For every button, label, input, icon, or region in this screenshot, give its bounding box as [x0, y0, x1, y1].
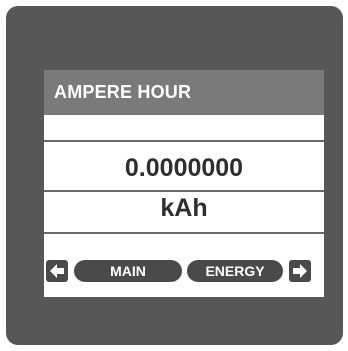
screen-title: AMPERE HOUR: [54, 82, 192, 102]
lcd-screen: AMPERE HOUR 0.0000000 kAh MAIN ENERGY: [44, 70, 324, 297]
reading-unit: kAh: [160, 194, 208, 222]
arrow-left-icon[interactable]: [46, 260, 68, 282]
arrow-right-icon[interactable]: [289, 260, 311, 282]
main-button[interactable]: MAIN: [74, 260, 182, 282]
reading-value: 0.0000000: [124, 154, 244, 182]
divider: [44, 190, 324, 192]
divider: [44, 140, 324, 142]
title-bar: AMPERE HOUR: [44, 70, 324, 115]
energy-button[interactable]: ENERGY: [187, 260, 283, 282]
divider: [44, 232, 324, 234]
